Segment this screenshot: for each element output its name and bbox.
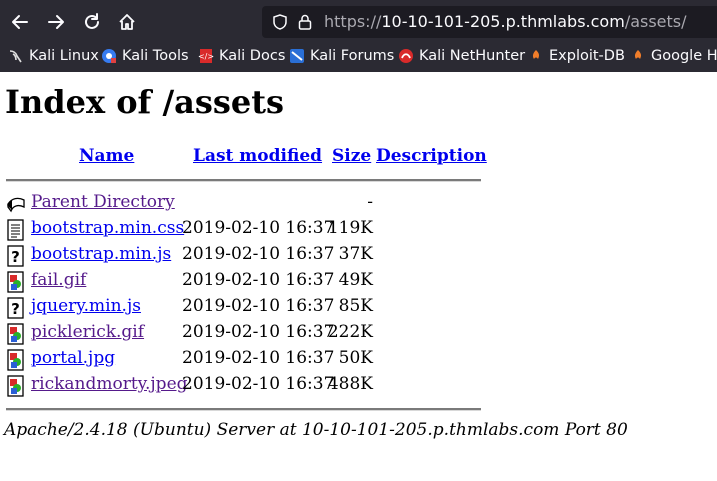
url-text[interactable]: https://10-10-101-205.p.thmlabs.com/asse… bbox=[324, 12, 687, 31]
file-row: bootstrap.min.css 2019-02-10 16:37 119K bbox=[0, 218, 717, 244]
bookmark-kali-docs[interactable]: </> Kali Docs bbox=[198, 48, 285, 64]
kali-tools-icon bbox=[102, 49, 116, 63]
image-file-icon bbox=[7, 323, 24, 345]
divider-bottom bbox=[6, 408, 481, 411]
file-size: 222K bbox=[327, 322, 373, 342]
home-icon bbox=[119, 14, 135, 30]
file-modified: 2019-02-10 16:37 bbox=[182, 244, 335, 264]
bookmark-exploit-db[interactable]: Exploit-DB bbox=[528, 48, 625, 64]
nethunter-icon bbox=[399, 49, 413, 63]
home-button[interactable] bbox=[115, 10, 139, 34]
file-size: 49K bbox=[338, 270, 373, 290]
file-modified: 2019-02-10 16:37 bbox=[182, 322, 335, 342]
back-button[interactable] bbox=[8, 10, 32, 34]
image-file-icon bbox=[7, 349, 24, 371]
lock-icon[interactable] bbox=[298, 14, 312, 30]
file-size: 37K bbox=[338, 244, 373, 264]
file-modified: 2019-02-10 16:37 bbox=[182, 296, 335, 316]
file-row: fail.gif 2019-02-10 16:37 49K bbox=[0, 270, 717, 296]
exploit-db-icon bbox=[532, 50, 540, 59]
file-row: rickandmorty.jpeg 2019-02-10 16:37 488K bbox=[0, 374, 717, 400]
forward-button[interactable] bbox=[44, 10, 68, 34]
url-host: 10-10-101-205.p.thmlabs.com bbox=[381, 12, 625, 31]
column-header-description[interactable]: Description bbox=[376, 146, 487, 166]
bookmark-label: Google Ha bbox=[651, 48, 717, 64]
file-link[interactable]: portal.jpg bbox=[31, 348, 115, 368]
divider-top bbox=[6, 179, 481, 182]
kali-docs-icon: </> bbox=[198, 49, 214, 63]
file-row: ? bootstrap.min.js 2019-02-10 16:37 37K bbox=[0, 244, 717, 270]
url-scheme: https:// bbox=[324, 12, 382, 31]
column-header-last-modified[interactable]: Last modified bbox=[193, 146, 322, 166]
reload-button[interactable] bbox=[80, 10, 104, 34]
back-arrow-icon bbox=[12, 15, 28, 29]
kali-dragon-icon bbox=[9, 50, 22, 63]
file-row: ? jquery.min.js 2019-02-10 16:37 85K bbox=[0, 296, 717, 322]
bookmark-label: Kali NetHunter bbox=[419, 48, 526, 64]
text-file-icon bbox=[7, 219, 24, 241]
bookmark-kali-tools[interactable]: Kali Tools bbox=[101, 48, 189, 64]
file-link[interactable]: picklerick.gif bbox=[31, 322, 144, 342]
file-link[interactable]: bootstrap.min.css bbox=[31, 218, 184, 238]
file-link[interactable]: rickandmorty.jpeg bbox=[31, 374, 188, 394]
bookmark-kali-forums[interactable]: Kali Forums bbox=[289, 48, 394, 64]
server-signature: Apache/2.4.18 (Ubuntu) Server at 10-10-1… bbox=[4, 420, 628, 440]
file-link[interactable]: jquery.min.js bbox=[31, 296, 141, 316]
column-header-size[interactable]: Size bbox=[332, 146, 371, 166]
page-title: Index of /assets bbox=[5, 83, 285, 121]
file-size: 50K bbox=[338, 348, 373, 368]
file-row: picklerick.gif 2019-02-10 16:37 222K bbox=[0, 322, 717, 348]
image-file-icon bbox=[7, 271, 24, 293]
reload-icon bbox=[85, 13, 99, 29]
bookmark-kali-nethunter[interactable]: Kali NetHunter bbox=[398, 48, 525, 64]
page-content: Index of /assets Name Last modified Size… bbox=[0, 72, 717, 481]
bookmark-label: Exploit-DB bbox=[549, 48, 625, 64]
bookmark-label: Kali Linux bbox=[29, 48, 99, 64]
parent-directory-row: Parent Directory - bbox=[0, 192, 717, 218]
file-size: 85K bbox=[338, 296, 373, 316]
bookmark-google-hacking[interactable]: Google Ha bbox=[630, 48, 717, 64]
file-modified: 2019-02-10 16:37 bbox=[182, 270, 335, 290]
address-bar[interactable]: https://10-10-101-205.p.thmlabs.com/asse… bbox=[262, 6, 717, 38]
kali-forums-icon bbox=[290, 49, 304, 63]
column-header-name[interactable]: Name bbox=[79, 146, 134, 166]
file-size: 488K bbox=[327, 374, 373, 394]
file-modified: 2019-02-10 16:37 bbox=[182, 374, 335, 394]
google-hacking-icon bbox=[634, 50, 642, 59]
image-file-icon bbox=[7, 375, 24, 397]
file-modified: 2019-02-10 16:37 bbox=[182, 348, 335, 368]
parent-directory-link[interactable]: Parent Directory bbox=[31, 192, 175, 212]
file-link[interactable]: bootstrap.min.js bbox=[31, 244, 171, 264]
bookmark-label: Kali Docs bbox=[219, 48, 286, 64]
back-folder-icon bbox=[7, 197, 25, 213]
unknown-file-icon: ? bbox=[7, 297, 24, 319]
url-path: /assets/ bbox=[624, 12, 687, 31]
unknown-file-icon: ? bbox=[7, 245, 24, 267]
browser-toolbar: https://10-10-101-205.p.thmlabs.com/asse… bbox=[0, 0, 717, 72]
forward-arrow-icon bbox=[48, 15, 64, 29]
file-row: portal.jpg 2019-02-10 16:37 50K bbox=[0, 348, 717, 374]
bookmarks-toolbar: Kali Linux Kali Tools </> Kali Docs Kali… bbox=[0, 44, 717, 72]
shield-icon[interactable] bbox=[272, 14, 288, 30]
bookmark-label: Kali Forums bbox=[310, 48, 395, 64]
file-size: 119K bbox=[327, 218, 373, 238]
bookmark-kali-linux[interactable]: Kali Linux bbox=[8, 48, 99, 64]
svg-text:?: ? bbox=[11, 300, 20, 318]
file-modified: 2019-02-10 16:37 bbox=[182, 218, 335, 238]
file-link[interactable]: fail.gif bbox=[31, 270, 86, 290]
bookmark-label: Kali Tools bbox=[122, 48, 189, 64]
svg-text:</>: </> bbox=[198, 52, 214, 61]
svg-text:?: ? bbox=[11, 248, 20, 266]
parent-size: - bbox=[367, 192, 373, 212]
